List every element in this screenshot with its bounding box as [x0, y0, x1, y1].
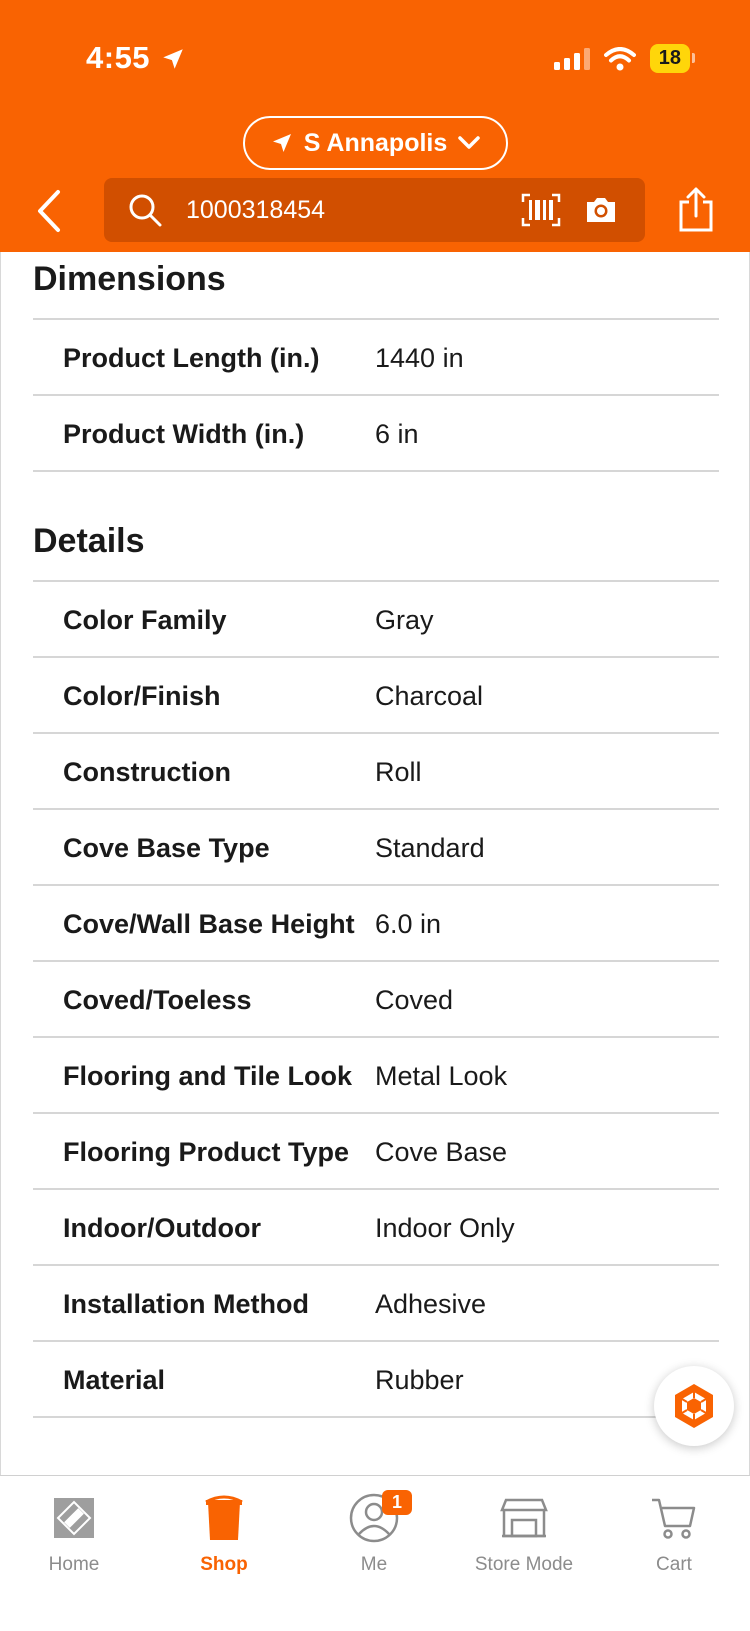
details-table: Color Family Gray Color/Finish Charcoal … — [33, 580, 719, 1418]
spec-label: Product Length (in.) — [63, 343, 320, 373]
table-row: Material Rubber — [33, 1342, 719, 1418]
status-indicators: 18 — [553, 44, 696, 73]
store-icon — [500, 1498, 548, 1538]
spec-value: Roll — [375, 757, 422, 787]
spec-value: Adhesive — [375, 1289, 487, 1319]
table-row: Product Width (in.) 6 in — [33, 396, 719, 472]
store-name: S Annapolis — [303, 128, 448, 157]
nav-label: Me — [360, 1554, 388, 1575]
spec-label: Indoor/Outdoor — [63, 1213, 261, 1243]
chat-assistant-button[interactable] — [654, 1366, 734, 1446]
spec-label: Construction — [63, 757, 231, 787]
location-arrow-icon — [272, 134, 291, 152]
spec-value: Standard — [375, 833, 485, 863]
spec-label: Product Width (in.) — [63, 419, 305, 449]
table-row: Coved/Toeless Coved — [33, 962, 719, 1038]
dimensions-title: Dimensions — [33, 260, 226, 298]
table-row: Product Length (in.) 1440 in — [33, 320, 719, 396]
store-selector[interactable]: S Annapolis — [243, 116, 508, 170]
wifi-icon — [603, 46, 636, 70]
table-row: Flooring and Tile Look Metal Look — [33, 1038, 719, 1114]
spec-label: Cove Base Type — [63, 833, 270, 863]
bucket-icon — [205, 1495, 243, 1540]
spec-value: Indoor Only — [375, 1213, 515, 1243]
spec-value: Gray — [375, 605, 434, 635]
spec-value: Charcoal — [375, 681, 484, 711]
spec-label: Material — [63, 1365, 166, 1395]
app-header: 4:55 18 S Annapolis 1000318454 — [0, 0, 750, 252]
nav-label: Store Mode — [474, 1554, 574, 1575]
spec-value: Cove Base — [375, 1137, 508, 1167]
battery-indicator: 18 — [649, 44, 696, 73]
camera-icon[interactable] — [583, 194, 619, 226]
back-arrow-icon[interactable] — [30, 186, 70, 236]
table-row: Cove Base Type Standard — [33, 810, 719, 886]
nav-home[interactable]: Home — [4, 1490, 144, 1576]
home-depot-logo-icon — [54, 1498, 94, 1538]
spec-label: Color/Finish — [63, 681, 221, 711]
table-row: Color/Finish Charcoal — [33, 658, 719, 734]
details-title: Details — [33, 522, 145, 560]
table-row: Indoor/Outdoor Indoor Only — [33, 1190, 719, 1266]
spec-value: 6.0 in — [375, 909, 442, 939]
table-row: Installation Method Adhesive — [33, 1266, 719, 1342]
table-row: Flooring Product Type Cove Base — [33, 1114, 719, 1190]
signal-icon — [553, 47, 590, 70]
table-row: Construction Roll — [33, 734, 719, 810]
spec-label: Coved/Toeless — [63, 985, 252, 1015]
spec-label: Installation Method — [63, 1289, 309, 1319]
share-icon[interactable] — [676, 186, 716, 232]
chevron-down-icon — [458, 136, 481, 149]
spec-value: Coved — [375, 985, 454, 1015]
table-row: Cove/Wall Base Height 6.0 in — [33, 886, 719, 962]
nav-label: Home — [48, 1554, 100, 1575]
search-input[interactable]: 1000318454 — [186, 196, 521, 225]
spec-label: Flooring Product Type — [63, 1137, 349, 1167]
spec-value: 6 in — [375, 419, 419, 449]
spec-label: Cove/Wall Base Height — [63, 909, 355, 939]
spec-value: 1440 in — [375, 343, 464, 373]
search-icon — [129, 194, 162, 227]
nav-store-mode[interactable]: Store Mode — [454, 1490, 594, 1576]
dimensions-table: Product Length (in.) 1440 in Product Wid… — [33, 318, 719, 472]
notification-badge: 1 — [382, 1490, 413, 1515]
barcode-scan-icon[interactable] — [521, 193, 561, 227]
nav-cart[interactable]: Cart — [604, 1490, 744, 1576]
nav-me[interactable]: 1 Me — [304, 1490, 444, 1576]
bottom-navigation: Home Shop 1 Me Store Mode Cart — [0, 1475, 750, 1631]
nav-label: Cart — [656, 1554, 692, 1575]
search-bar[interactable]: 1000318454 — [104, 178, 645, 242]
spec-value: Metal Look — [375, 1061, 508, 1091]
nav-shop[interactable]: Shop — [154, 1490, 294, 1576]
product-specifications: Dimensions Product Length (in.) 1440 in … — [0, 252, 750, 1475]
table-row: Color Family Gray — [33, 582, 719, 658]
spec-label: Flooring and Tile Look — [63, 1061, 352, 1091]
spec-label: Color Family — [63, 605, 227, 635]
location-arrow-icon — [163, 49, 183, 69]
nav-label: Shop — [200, 1554, 248, 1575]
status-time: 4:55 — [86, 40, 151, 75]
cart-icon — [652, 1498, 696, 1539]
hexagon-chat-icon — [675, 1384, 713, 1428]
